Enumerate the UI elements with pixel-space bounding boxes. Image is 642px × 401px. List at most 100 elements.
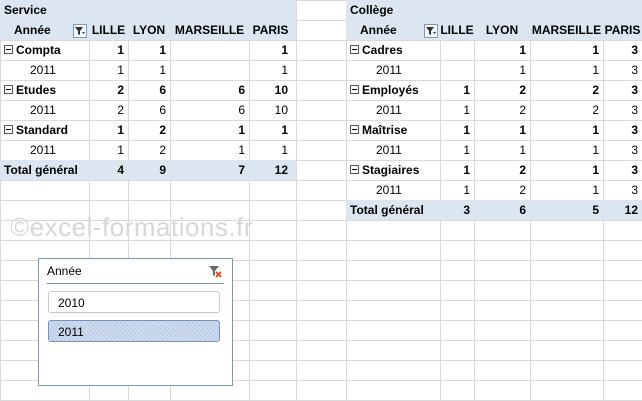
pivot-group-row[interactable]: Standard 1 2 1 1 [0, 120, 296, 140]
value-cell[interactable]: 6 [128, 80, 166, 100]
value-cell[interactable]: 2 [530, 100, 599, 120]
value-cell[interactable] [440, 60, 470, 80]
pivot-group-row[interactable]: Cadres 1 1 3 [346, 40, 642, 60]
collapse-icon[interactable] [350, 165, 359, 175]
value-cell[interactable]: 1 [440, 140, 470, 160]
value-cell[interactable]: 10 [249, 80, 288, 100]
pivot-detail-row[interactable]: 2011 1 2 1 3 [346, 180, 642, 200]
collapse-icon[interactable] [350, 85, 359, 95]
pivot-group-row[interactable]: Compta 1 1 1 [0, 40, 296, 60]
value-cell[interactable]: 6 [170, 100, 245, 120]
value-cell[interactable]: 1 [128, 40, 166, 60]
pivot-detail-row[interactable]: 2011 1 2 2 3 [346, 100, 642, 120]
value-cell[interactable] [170, 60, 245, 80]
column-header-lille[interactable]: LILLE [440, 20, 474, 40]
value-cell[interactable]: 3 [603, 100, 638, 120]
collapse-icon[interactable] [4, 45, 13, 55]
pivot-grand-total-row[interactable]: Total général 3 6 5 12 [346, 200, 642, 220]
value-cell[interactable]: 3 [603, 80, 638, 100]
value-cell[interactable]: 1 [530, 180, 599, 200]
collapse-icon[interactable] [350, 125, 359, 135]
value-cell[interactable]: 1 [89, 40, 124, 60]
value-cell[interactable]: 1 [440, 120, 470, 140]
value-cell[interactable]: 3 [603, 40, 638, 60]
value-cell[interactable]: 1 [530, 140, 599, 160]
value-cell[interactable]: 2 [474, 160, 526, 180]
clear-filter-icon[interactable] [208, 264, 222, 278]
pivot-detail-row[interactable]: 2011 1 1 1 3 [346, 140, 642, 160]
pivot-group-row[interactable]: Maîtrise 1 1 1 3 [346, 120, 642, 140]
slicer-item-2010[interactable]: 2010 [48, 291, 220, 313]
value-cell[interactable]: 1 [89, 140, 124, 160]
column-header-paris[interactable]: PARIS [249, 20, 292, 40]
value-cell[interactable]: 1 [89, 120, 124, 140]
value-cell[interactable]: 3 [603, 160, 638, 180]
value-cell[interactable]: 1 [249, 140, 288, 160]
grand-total-value[interactable]: 5 [530, 200, 599, 220]
value-cell[interactable]: 1 [170, 120, 245, 140]
value-cell[interactable]: 3 [603, 180, 638, 200]
value-cell[interactable]: 3 [603, 60, 638, 80]
column-header-paris[interactable]: PARIS [603, 20, 642, 40]
value-cell[interactable]: 1 [128, 60, 166, 80]
value-cell[interactable]: 1 [530, 120, 599, 140]
pivot-detail-row[interactable]: 2011 1 1 3 [346, 60, 642, 80]
value-cell[interactable]: 1 [440, 80, 470, 100]
value-cell[interactable]: 6 [170, 80, 245, 100]
collapse-icon[interactable] [4, 125, 13, 135]
value-cell[interactable]: 2 [474, 80, 526, 100]
pivot-detail-row[interactable]: 2011 1 2 1 1 [0, 140, 296, 160]
value-cell[interactable]: 1 [474, 60, 526, 80]
pivot-group-row[interactable]: Employés 1 2 2 3 [346, 80, 642, 100]
column-header-marseille[interactable]: MARSEILLE [170, 20, 249, 40]
filter-dropdown-icon[interactable] [424, 24, 438, 38]
value-cell[interactable]: 1 [440, 100, 470, 120]
grand-total-value[interactable]: 12 [249, 160, 288, 180]
grand-total-value[interactable]: 9 [128, 160, 166, 180]
value-cell[interactable]: 3 [603, 120, 638, 140]
value-cell[interactable]: 1 [249, 60, 288, 80]
value-cell[interactable]: 3 [603, 140, 638, 160]
value-cell[interactable]: 1 [170, 140, 245, 160]
grand-total-value[interactable]: 7 [170, 160, 245, 180]
column-header-lyon[interactable]: LYON [128, 20, 170, 40]
value-cell[interactable]: 2 [128, 120, 166, 140]
column-header-marseille[interactable]: MARSEILLE [530, 20, 603, 40]
value-cell[interactable]: 1 [474, 40, 526, 60]
value-cell[interactable] [170, 40, 245, 60]
value-cell[interactable]: 2 [474, 180, 526, 200]
value-cell[interactable]: 1 [249, 40, 288, 60]
value-cell[interactable]: 1 [249, 120, 288, 140]
value-cell[interactable]: 2 [128, 140, 166, 160]
pivot-group-row[interactable]: Stagiaires 1 2 1 3 [346, 160, 642, 180]
grand-total-value[interactable]: 12 [603, 200, 638, 220]
value-cell[interactable]: 1 [89, 60, 124, 80]
column-header-lille[interactable]: LILLE [89, 20, 128, 40]
pivot-detail-row[interactable]: 2011 1 1 1 [0, 60, 296, 80]
slicer-annee[interactable]: Année 2010 2011 [38, 258, 233, 386]
value-cell[interactable]: 6 [128, 100, 166, 120]
grand-total-value[interactable]: 4 [89, 160, 124, 180]
filter-dropdown-icon[interactable] [73, 24, 87, 38]
collapse-icon[interactable] [350, 45, 359, 55]
value-cell[interactable]: 1 [530, 60, 599, 80]
value-cell[interactable]: 2 [474, 100, 526, 120]
value-cell[interactable]: 1 [474, 120, 526, 140]
pivot-grand-total-row[interactable]: Total général 4 9 7 12 [0, 160, 296, 180]
column-header-lyon[interactable]: LYON [474, 20, 530, 40]
pivot-group-row[interactable]: Etudes 2 6 6 10 [0, 80, 296, 100]
grand-total-value[interactable]: 6 [474, 200, 526, 220]
value-cell[interactable]: 2 [530, 80, 599, 100]
slicer-item-2011[interactable]: 2011 [48, 320, 220, 342]
collapse-icon[interactable] [4, 85, 13, 95]
pivot-detail-row[interactable]: 2011 2 6 6 10 [0, 100, 296, 120]
value-cell[interactable]: 1 [440, 160, 470, 180]
value-cell[interactable]: 1 [474, 140, 526, 160]
value-cell[interactable]: 10 [249, 100, 288, 120]
value-cell[interactable] [440, 40, 470, 60]
value-cell[interactable]: 1 [530, 160, 599, 180]
value-cell[interactable]: 2 [89, 80, 124, 100]
value-cell[interactable]: 1 [440, 180, 470, 200]
grand-total-value[interactable]: 3 [440, 200, 470, 220]
value-cell[interactable]: 1 [530, 40, 599, 60]
